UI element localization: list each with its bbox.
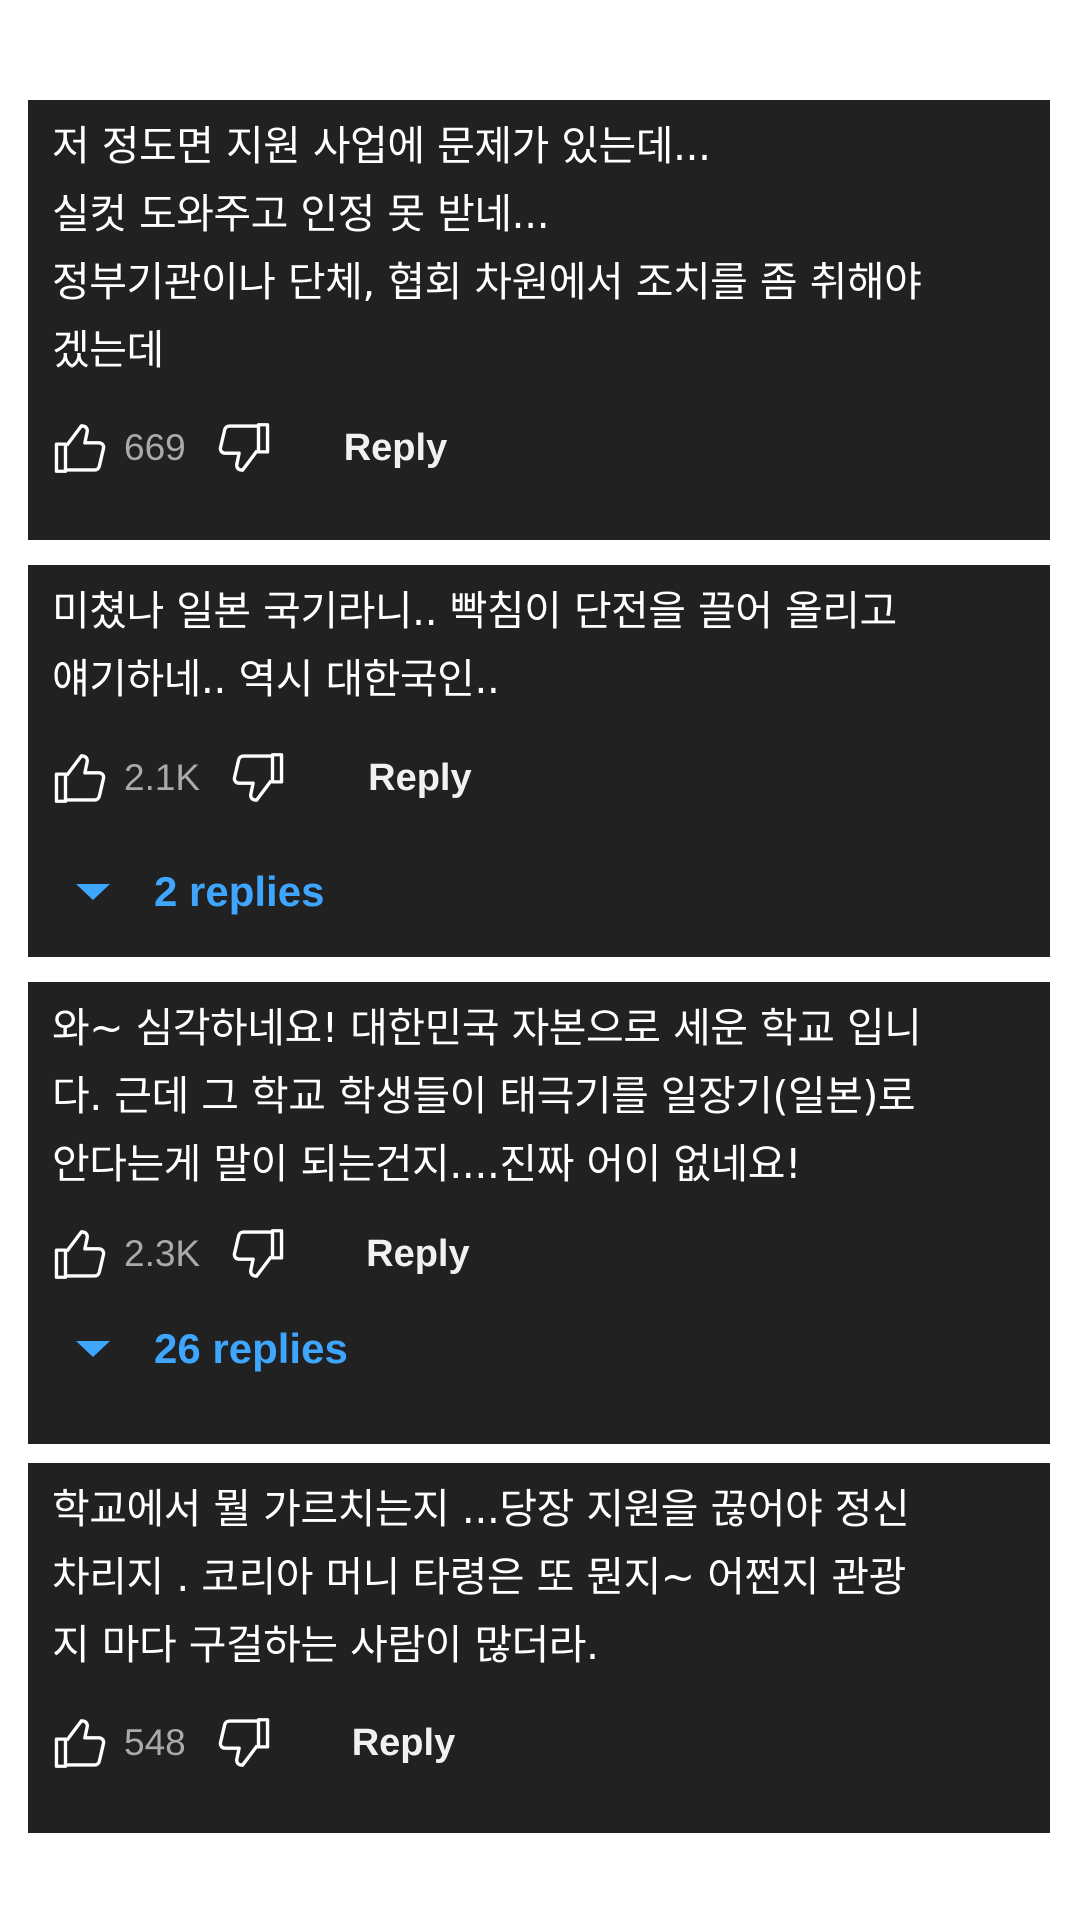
comment-text: 미쳤나 일본 국기라니.. 빡침이 단전을 끌어 올리고 얘기하네.. 역시 대… [52, 587, 897, 703]
comment-actions: 669 Reply [46, 408, 447, 488]
like-button[interactable] [46, 1219, 116, 1289]
thumbs-down-icon [232, 753, 284, 802]
reply-button[interactable]: Reply [344, 427, 447, 470]
comment-card: 미쳤나 일본 국기라니.. 빡침이 단전을 끌어 올리고 얘기하네.. 역시 대… [28, 565, 1050, 957]
view-replies-button[interactable]: 2 replies [76, 857, 324, 927]
view-replies-button[interactable]: 26 replies [76, 1314, 348, 1384]
like-count: 669 [124, 427, 186, 468]
comment-card: 저 정도면 지원 사업에 문제가 있는데... 실컷 도와주고 인정 못 받네.… [28, 100, 1050, 540]
dislike-button[interactable] [222, 1219, 292, 1289]
comment-text: 와~ 심각하네요! 대한민국 자본으로 세운 학교 입니 다. 근데 그 학교 … [52, 1004, 922, 1188]
like-count: 2.1K [124, 757, 201, 798]
like-button[interactable] [46, 1708, 116, 1778]
replies-count-label: 26 replies [154, 1325, 348, 1372]
thumbs-up-icon [54, 1719, 106, 1768]
reply-button[interactable]: Reply [352, 1722, 455, 1765]
dislike-button[interactable] [208, 413, 278, 483]
thumbs-down-icon [232, 1229, 284, 1278]
caret-down-icon [76, 884, 110, 900]
comment-text: 학교에서 뭘 가르치는지 ...당장 지원을 끊어야 정신 차리지 . 코리아 … [52, 1485, 910, 1669]
thumbs-up-icon [54, 424, 106, 473]
comment-text: 저 정도면 지원 사업에 문제가 있는데... 실컷 도와주고 인정 못 받네.… [52, 122, 922, 374]
comment-actions: 2.1K Reply [46, 738, 472, 818]
reply-button[interactable]: Reply [366, 1233, 469, 1276]
thumbs-down-icon [218, 423, 269, 472]
caret-down-icon [76, 1341, 110, 1357]
thumbs-up-icon [54, 754, 106, 803]
dislike-button[interactable] [222, 743, 292, 813]
replies-count-label: 2 replies [154, 868, 325, 915]
thumbs-up-icon [54, 1230, 106, 1279]
like-count: 548 [124, 1722, 186, 1763]
like-button[interactable] [46, 413, 116, 483]
comment-card: 와~ 심각하네요! 대한민국 자본으로 세운 학교 입니 다. 근데 그 학교 … [28, 982, 1050, 1444]
comment-actions: 548 Reply [46, 1703, 455, 1783]
reply-button[interactable]: Reply [368, 757, 471, 800]
dislike-button[interactable] [208, 1708, 278, 1778]
like-button[interactable] [46, 743, 116, 813]
comment-card: 학교에서 뭘 가르치는지 ...당장 지원을 끊어야 정신 차리지 . 코리아 … [28, 1463, 1050, 1833]
thumbs-down-icon [218, 1718, 269, 1767]
like-count: 2.3K [124, 1233, 201, 1274]
comment-actions: 2.3K Reply [46, 1214, 470, 1294]
